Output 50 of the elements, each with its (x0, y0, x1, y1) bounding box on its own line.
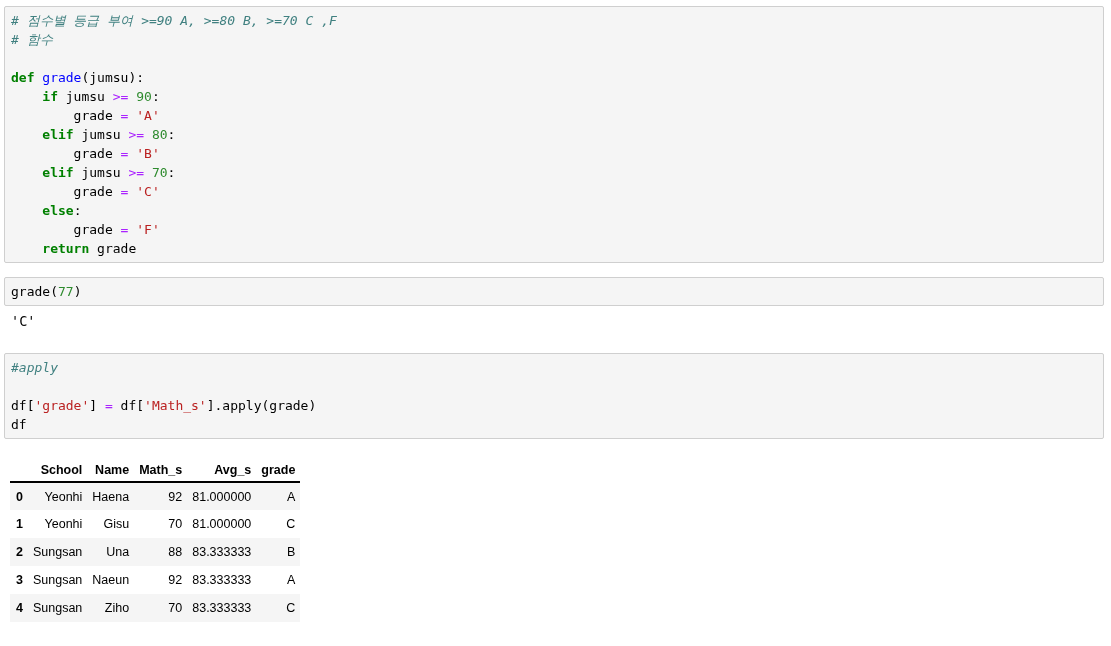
code-line: elif jumsu >= 70: (41, 164, 176, 182)
table-cell: Haena (87, 482, 135, 510)
code-line: # 점수별 등급 부여 >=90 A, >=80 B, >=70 C ,F (11, 12, 337, 30)
code-line: df['grade'] = df['Math_s'].apply(grade) (11, 397, 317, 415)
code-cell[interactable]: grade(77) (4, 277, 1104, 306)
table-cell: 70 (134, 510, 188, 538)
code-line: df (11, 416, 27, 434)
code-cell[interactable]: # 점수별 등급 부여 >=90 A, >=80 B, >=70 C ,F # 함수 def grade(jumsu): if jumsu >= 90: grade = 'A' elif jumsu >= 80: grade = 'B' elif jumsu >= 70: grade = 'C' else: grade = 'F' return grade (4, 6, 1104, 263)
table-cell: 92 (134, 566, 188, 594)
code-line: if jumsu >= 90: (41, 88, 160, 106)
table-cell: Gisu (87, 510, 135, 538)
code-line: return grade (41, 240, 137, 258)
code-line: def grade(jumsu): (11, 69, 145, 87)
row-index: 1 (10, 510, 28, 538)
table-cell: 83.333333 (187, 594, 257, 622)
table-cell: Una (87, 538, 135, 566)
table-cell: Ziho (87, 594, 135, 622)
row-index: 2 (10, 538, 28, 566)
code-line: else: (41, 202, 82, 220)
table-cell: B (256, 538, 301, 566)
table-cell: A (256, 566, 301, 594)
row-index: 3 (10, 566, 28, 594)
table-cell: Sungsan (27, 594, 88, 622)
row-index: 4 (10, 594, 28, 622)
table-cell: Yeonhi (27, 510, 88, 538)
table-cell: A (256, 482, 301, 510)
table-cell: 88 (134, 538, 188, 566)
table-cell: C (256, 510, 301, 538)
table-cell: 70 (134, 594, 188, 622)
table-cell: 81.000000 (187, 510, 257, 538)
code-line: #apply (11, 359, 58, 377)
table-cell: C (256, 594, 301, 622)
table-cell: Sungsan (27, 538, 88, 566)
code-line: grade(77) (11, 283, 82, 301)
code-line: # 함수 (11, 31, 53, 49)
code-line: grade = 'A' (72, 107, 160, 125)
table-cell: 92 (134, 482, 188, 510)
table-cell: Naeun (87, 566, 135, 594)
row-index: 0 (10, 482, 28, 510)
table-cell: Sungsan (27, 566, 88, 594)
code-line: grade = 'B' (72, 145, 160, 163)
table-cell: Yeonhi (27, 482, 88, 510)
code-cell[interactable]: #apply df['grade'] = df['Math_s'].apply(grade) df (4, 353, 1104, 439)
code-line: grade = 'F' (72, 221, 160, 239)
table-cell: 81.000000 (187, 482, 257, 510)
output-text: 'C' (10, 312, 37, 331)
table-cell: 83.333333 (187, 566, 257, 594)
code-line: elif jumsu >= 80: (41, 126, 176, 144)
table-cell: 83.333333 (187, 538, 257, 566)
code-line: grade = 'C' (72, 183, 160, 201)
